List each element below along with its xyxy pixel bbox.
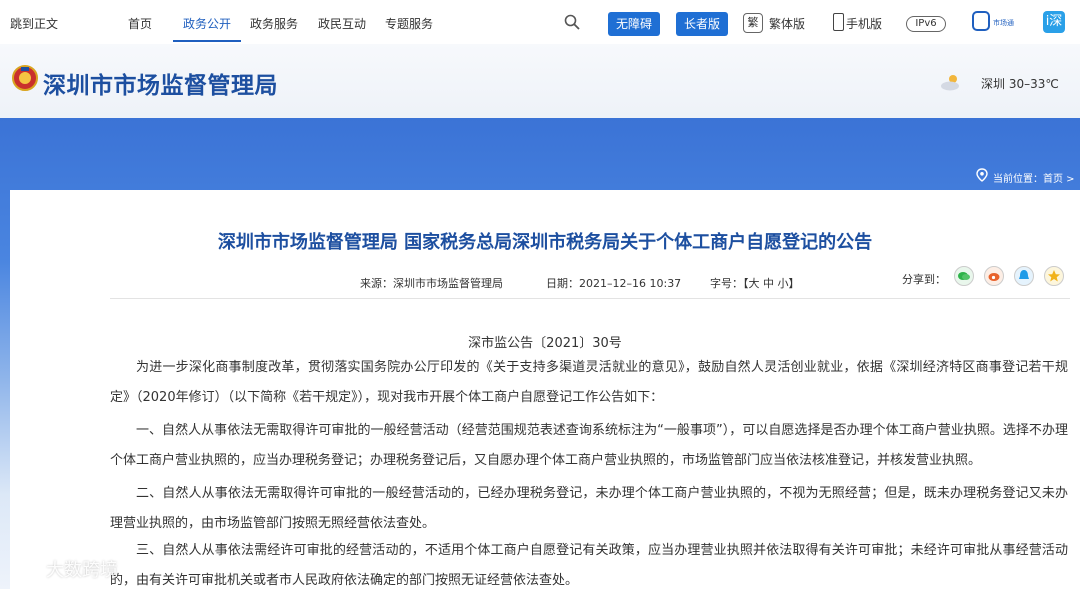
article-paragraph-2: 二、自然人从事依法无需取得许可审批的一般经营活动的，已经办理税务登记，未办理个体… (110, 486, 1068, 531)
search-icon[interactable] (564, 14, 580, 30)
weather-readout: 深圳 30–33℃ (981, 77, 1059, 91)
breadcrumb-home[interactable]: 首页 > (1043, 174, 1075, 185)
article-card: 深圳市市场监督管理局 国家税务总局深圳市税务局关于个体工商户自愿登记的公告 来源… (10, 190, 1080, 589)
article-source: 来源：深圳市市场监督管理局 (360, 277, 503, 290)
font-size-selector[interactable]: 字号：【大 中 小】 (710, 275, 800, 291)
sunny-cloudy-weather-icon (941, 75, 959, 91)
watermark-text: 大数跨境 (46, 560, 118, 581)
breadcrumb: 当前位置：首页 > (993, 170, 1075, 185)
top-nav: 跳到正文 首页 政务公开 政务服务 政民互动 专题服务 无障碍 长者版 繁 繁体… (0, 0, 1080, 44)
breadcrumb-label: 当前位置： (993, 174, 1043, 185)
active-nav-underline (173, 40, 241, 42)
skip-to-content-link[interactable]: 跳到正文 (10, 15, 58, 32)
elder-mode-button[interactable]: 长者版 (676, 12, 728, 36)
location-pin-icon (976, 168, 988, 182)
traditional-chinese-link[interactable]: 繁体版 (769, 15, 805, 32)
market-app-label[interactable]: 市场通 (993, 18, 1014, 28)
article-paragraph-1: 一、自然人从事依法无需取得许可审批的一般经营活动（经营范围规范表述查询系统标注为… (110, 423, 1068, 468)
wechat-share-icon[interactable] (954, 266, 974, 286)
article-paragraph-3: 三、自然人从事依法需经许可审批的经营活动的，不适用个体工商户自愿登记有关政策，应… (110, 543, 1068, 588)
document-number: 深市监公告〔2021〕30号 (468, 336, 622, 351)
mobile-version-link[interactable]: 手机版 (846, 15, 882, 32)
watermark: 大数跨境 (10, 556, 118, 582)
favorite-star-icon[interactable] (1044, 266, 1064, 286)
nav-gov-services[interactable]: 政务服务 (250, 15, 298, 32)
site-header: 深圳市市场监督管理局 深圳 30–33℃ (0, 44, 1080, 118)
accessibility-button[interactable]: 无障碍 (608, 12, 660, 36)
nav-home[interactable]: 首页 (128, 15, 152, 32)
article-date: 日期：2021–12–16 10:37 (546, 277, 682, 290)
article-title: 深圳市市场监督管理局 国家税务总局深圳市税务局关于个体工商户自愿登记的公告 (217, 232, 873, 253)
share-label: 分享到： (902, 273, 946, 286)
weibo-share-icon[interactable] (984, 266, 1004, 286)
mobile-phone-icon[interactable] (833, 13, 844, 31)
police-emblem-icon (12, 65, 38, 91)
nav-special-services[interactable]: 专题服务 (385, 15, 433, 32)
nav-gov-affairs-public[interactable]: 政务公开 (183, 15, 231, 32)
traditional-chinese-icon[interactable]: 繁 (743, 13, 763, 33)
article-paragraph-intro: 为进一步深化商事制度改革，贯彻落实国务院办公厅印发的《关于支持多渠道灵活就业的意… (110, 360, 1068, 405)
watermark-logo-icon (10, 561, 40, 581)
qq-share-icon[interactable] (1014, 266, 1034, 286)
i-shenzhen-app-icon[interactable]: i深 (1043, 11, 1065, 33)
ipv6-badge[interactable]: IPv6 (906, 16, 946, 32)
site-title[interactable]: 深圳市市场监督管理局 (43, 66, 278, 100)
nav-interaction[interactable]: 政民互动 (318, 15, 366, 32)
meta-divider (110, 298, 1070, 299)
market-app-icon[interactable] (972, 11, 990, 31)
